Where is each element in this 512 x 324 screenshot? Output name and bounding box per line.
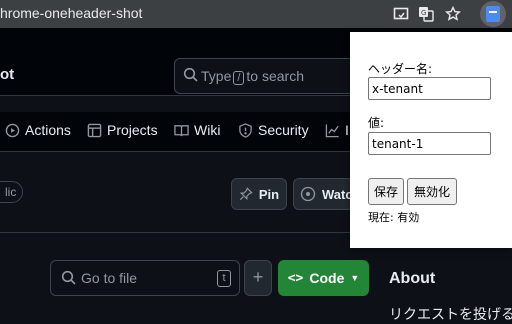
value-label: 値: <box>368 116 385 130</box>
address-bar-text[interactable]: hrome-oneheader-shot <box>0 5 142 21</box>
goto-file-placeholder: Go to file <box>81 270 138 286</box>
tab-insights-label: I <box>345 122 349 138</box>
search-icon <box>183 67 198 82</box>
bookmark-star-icon[interactable] <box>443 4 463 24</box>
search-suffix: to search <box>246 68 305 84</box>
caret-down-icon: ▼ <box>350 273 360 283</box>
tab-projects-label: Projects <box>107 122 158 138</box>
header-name-input[interactable] <box>368 77 491 100</box>
search-input[interactable]: Type / to search <box>174 58 364 94</box>
code-label: Code <box>309 270 345 286</box>
search-icon <box>61 270 76 285</box>
add-file-button[interactable]: + <box>244 260 272 296</box>
code-brackets-icon: <> <box>287 270 304 286</box>
header-name-label: ヘッダー名: <box>368 62 433 76</box>
tab-insights[interactable]: I <box>325 122 349 138</box>
value-input[interactable] <box>368 132 491 155</box>
about-description: リクエストを投げるヘ <box>389 306 512 322</box>
svg-text:G: G <box>421 9 426 17</box>
tab-actions-label: Actions <box>25 122 71 138</box>
about-heading: About <box>389 270 436 287</box>
cast-icon[interactable] <box>391 4 411 24</box>
pin-button[interactable]: Pin <box>231 178 287 210</box>
extension-icon[interactable] <box>480 1 506 27</box>
repo-name[interactable]: ot <box>0 66 14 83</box>
tab-wiki-label: Wiki <box>194 122 221 138</box>
visibility-badge: lic <box>0 181 24 203</box>
book-icon <box>174 124 189 136</box>
code-button[interactable]: <> Code ▼ <box>278 260 369 296</box>
tab-actions[interactable]: Actions <box>5 122 71 138</box>
table-icon <box>87 123 102 137</box>
search-shortcut-key: / <box>233 71 245 85</box>
tab-projects[interactable]: Projects <box>87 122 158 138</box>
section-divider <box>0 232 350 233</box>
eye-icon <box>300 186 316 202</box>
play-circle-icon <box>5 123 20 137</box>
tab-security[interactable]: Security <box>238 122 309 138</box>
search-prefix: Type <box>201 68 232 84</box>
tab-wiki[interactable]: Wiki <box>174 122 220 138</box>
pin-icon <box>239 187 253 201</box>
pin-label: Pin <box>258 186 280 202</box>
save-button[interactable]: 保存 <box>368 178 404 205</box>
goto-file-shortcut-key: t <box>217 270 231 287</box>
translate-icon[interactable]: G <box>416 4 436 24</box>
goto-file-input[interactable]: Go to file t <box>50 260 240 296</box>
graph-icon <box>325 123 339 137</box>
status-text: 現在: 有効 <box>368 211 420 224</box>
shield-icon <box>239 122 252 138</box>
disable-button[interactable]: 無効化 <box>407 178 457 205</box>
extension-popup: ヘッダー名: 値: 保存 無効化 現在: 有効 <box>350 32 512 248</box>
tab-security-label: Security <box>258 122 309 138</box>
